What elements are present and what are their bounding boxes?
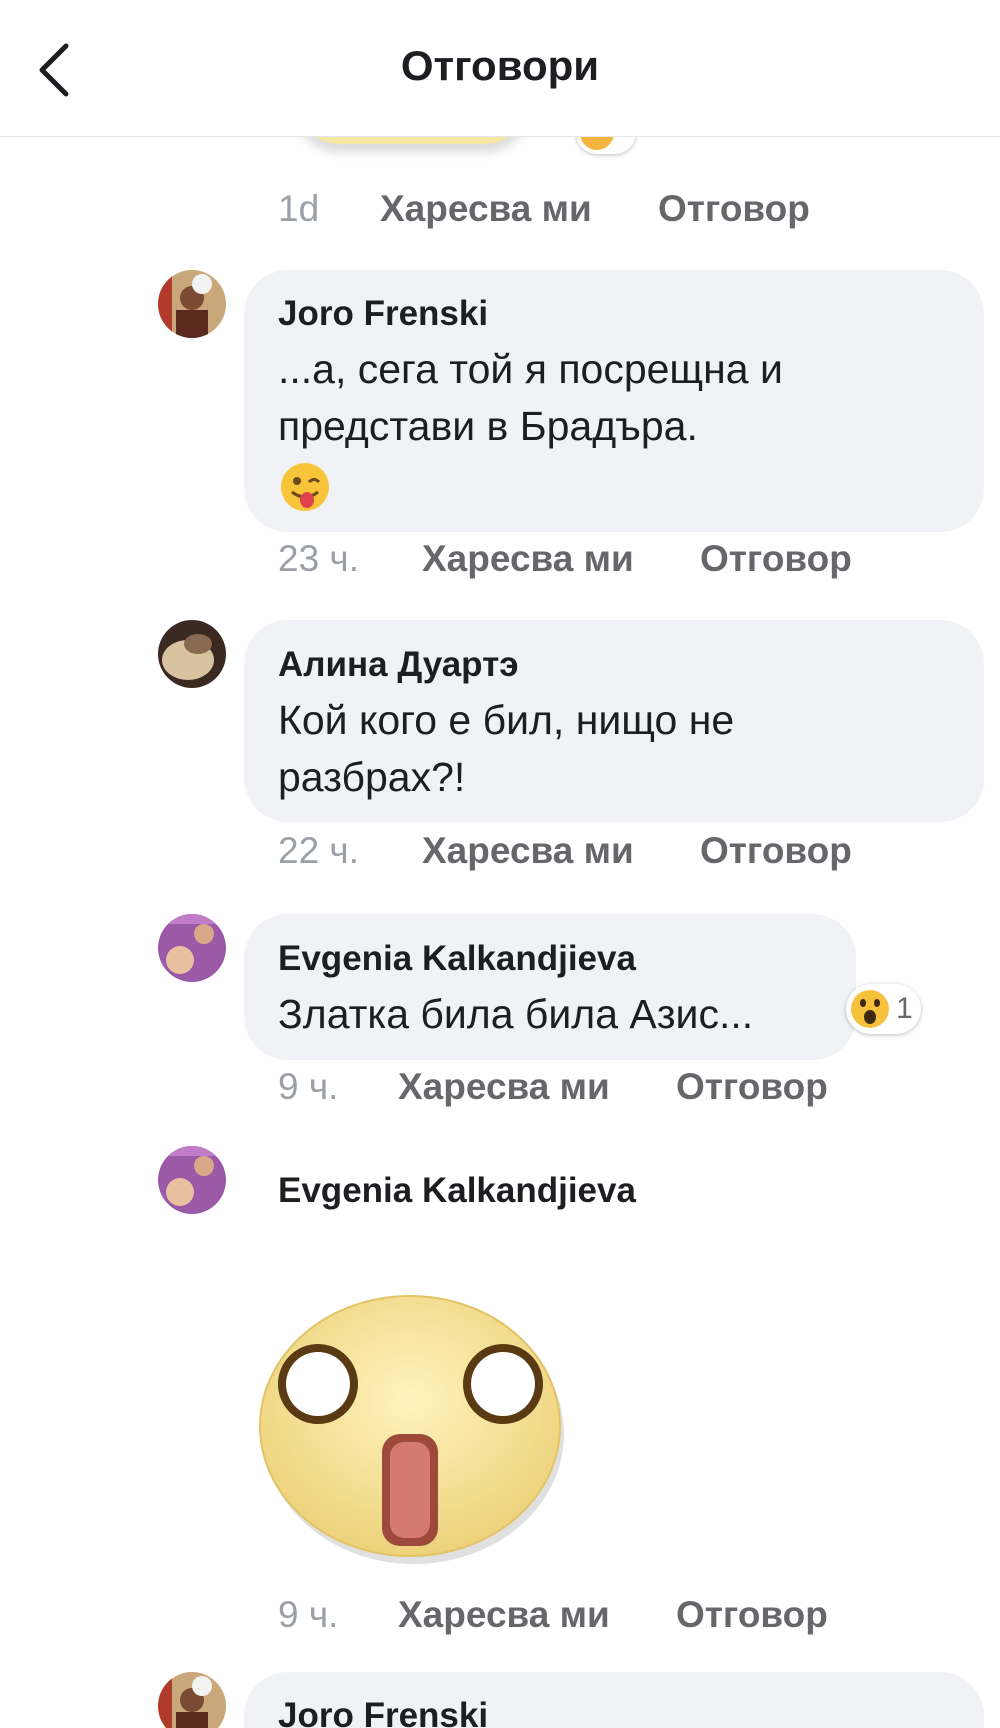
avatar-joro-frenski[interactable]	[158, 1672, 226, 1728]
like-button[interactable]: Харесва ми	[398, 1594, 610, 1636]
reaction-count: 1	[896, 992, 913, 1025]
comment-meta-1: 23 ч. Харесва ми Отговор	[278, 538, 852, 580]
comment-meta-4: 9 ч. Харесва ми Отговор	[278, 1594, 828, 1636]
reply-button[interactable]: Отговор	[676, 1066, 828, 1108]
comment-text: Златка била била Азис...	[278, 991, 754, 1037]
avatar-alina-duarte[interactable]	[158, 620, 226, 688]
avatar-image	[158, 620, 226, 688]
wow-reaction-icon	[851, 990, 889, 1028]
avatar-image	[158, 914, 226, 982]
comment-author[interactable]: Joro Frenski	[278, 1696, 488, 1728]
avatar-image	[158, 1146, 226, 1214]
reply-button[interactable]: Отговор	[700, 830, 852, 872]
comment-time: 1d	[278, 188, 320, 229]
avatar-joro-frenski[interactable]	[158, 270, 226, 338]
comment-author[interactable]: Evgenia Kalkandjieva	[278, 1171, 636, 1211]
comment-time: 22 ч.	[278, 830, 359, 871]
avatar-evgenia-kalkandjieva[interactable]	[158, 1146, 226, 1214]
comment-time: 9 ч.	[278, 1066, 339, 1107]
like-button[interactable]: Харесва ми	[380, 188, 592, 230]
comment-text: ...а, сега той я посрещна и представи в …	[278, 346, 783, 449]
winking-tongue-emoji	[280, 462, 330, 512]
like-button[interactable]: Харесва ми	[398, 1066, 610, 1108]
avatar-image	[158, 270, 226, 338]
like-button[interactable]: Харесва ми	[422, 538, 634, 580]
comment-meta-2: 22 ч. Харесва ми Отговор	[278, 830, 852, 872]
avatar-evgenia-kalkandjieva[interactable]	[158, 914, 226, 982]
comment-meta-3: 9 ч. Харесва ми Отговор	[278, 1066, 828, 1108]
reaction-badge[interactable]: 1	[846, 984, 921, 1034]
reply-button[interactable]: Отговор	[676, 1594, 828, 1636]
reply-button[interactable]: Отговор	[658, 188, 810, 230]
reply-button[interactable]: Отговор	[700, 538, 852, 580]
page-title: Отговори	[400, 42, 600, 89]
comment-text: Кой кого е бил, нищо не разбрах?!	[278, 697, 735, 800]
comment-time: 23 ч.	[278, 538, 359, 579]
comment-meta-0: 1d Харесва ми Отговор	[278, 188, 810, 230]
replies-feed[interactable]: 1d Харесва ми Отговор Joro Frenski ...а,…	[0, 0, 1000, 1728]
comment-author[interactable]: Evgenia Kalkandjieva	[278, 939, 636, 979]
comment-author[interactable]: Joro Frenski	[278, 294, 488, 334]
top-bar: Отговори	[0, 0, 1000, 137]
comment-time: 9 ч.	[278, 1594, 339, 1635]
comment-author[interactable]: Алина Дуартэ	[278, 645, 519, 685]
like-button[interactable]: Харесва ми	[422, 830, 634, 872]
shocked-face-sticker[interactable]	[258, 1278, 568, 1568]
avatar-image	[158, 1672, 226, 1728]
